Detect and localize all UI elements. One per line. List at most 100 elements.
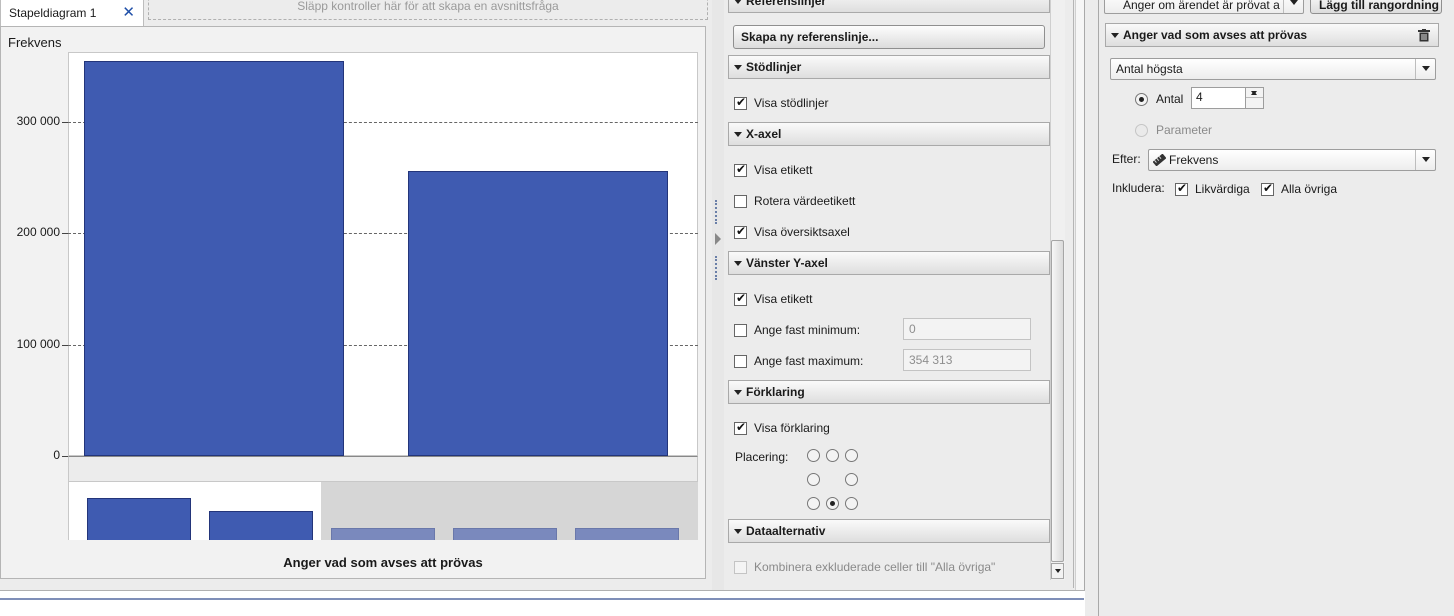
fast-minimum-checkbox[interactable] — [734, 324, 747, 337]
section-dataalternativ[interactable]: Dataalternativ — [728, 519, 1050, 543]
close-icon[interactable]: ✕ — [122, 3, 135, 21]
scroll-down-arrow-icon[interactable] — [1051, 563, 1064, 579]
ruler-icon — [1153, 154, 1166, 166]
x-axis-band — [68, 456, 698, 482]
fast-maximum-checkbox[interactable] — [734, 355, 747, 368]
y-tick-mark — [62, 233, 68, 235]
stepper-down-icon[interactable] — [1246, 88, 1263, 98]
visa-stodlinjer-checkbox[interactable] — [734, 95, 747, 110]
pane-splitter[interactable] — [712, 0, 724, 590]
fast-minimum-input[interactable]: 0 — [903, 318, 1031, 340]
efter-combo[interactable]: Frekvens — [1148, 149, 1436, 171]
antal-stepper[interactable] — [1245, 87, 1264, 109]
x-visa-etikett-label: Visa etikett — [754, 163, 813, 177]
section-forklaring[interactable]: Förklaring — [728, 380, 1050, 404]
alla-ovriga-checkbox[interactable] — [1261, 181, 1274, 196]
fast-maximum-input[interactable]: 354 313 — [903, 349, 1031, 371]
outer-scrollbar[interactable] — [1075, 0, 1085, 598]
rank-mode-combo[interactable]: Antal högsta — [1110, 58, 1436, 80]
placement-top-left-radio[interactable] — [807, 449, 820, 462]
rank-mode-value: Antal högsta — [1116, 62, 1183, 76]
add-ranking-button[interactable]: Lägg till rangordning — [1310, 0, 1442, 14]
section-title: Anger vad som avses att prövas — [1123, 28, 1308, 42]
section-referenslinjer[interactable]: Referenslinjer — [728, 0, 1050, 13]
antal-input[interactable]: 4 — [1191, 87, 1246, 109]
create-reference-line-button[interactable]: Skapa ny referenslinje... — [733, 25, 1045, 49]
section-rank-variable[interactable]: Anger vad som avses att prövas — [1105, 23, 1439, 47]
fast-minimum-label: Ange fast minimum: — [754, 323, 861, 337]
bar-1[interactable] — [407, 170, 668, 456]
overview-bar — [209, 511, 313, 540]
chevron-down-icon[interactable] — [1415, 59, 1435, 79]
chevron-down-icon — [734, 65, 742, 70]
placering-label: Placering: — [735, 450, 789, 464]
splitter-grip-top[interactable] — [715, 200, 719, 224]
rank-variable-value: Anger om ärendet är prövat a — [1123, 0, 1280, 12]
likvardiga-checkbox[interactable] — [1175, 181, 1188, 196]
y-visa-etikett-label: Visa etikett — [754, 292, 813, 306]
section-stodlinjer[interactable]: Stödlinjer — [728, 55, 1050, 79]
placement-bottom-left-radio[interactable] — [807, 497, 820, 510]
y-tick-mark — [62, 344, 68, 346]
placement-middle-right-radio[interactable] — [845, 473, 858, 486]
overview-bar-other — [331, 528, 435, 540]
chevron-down-icon — [734, 390, 742, 395]
visa-oversiktsaxel-label: Visa översiktsaxel — [754, 225, 850, 239]
y-tick-label: 0 — [53, 448, 60, 462]
overview-bar-other — [453, 528, 557, 540]
y-axis-title: Frekvens — [8, 35, 62, 50]
chevron-down-icon — [734, 529, 742, 534]
y-tick-label: 100 000 — [16, 336, 60, 351]
section-vanster-y-axel[interactable]: Vänster Y-axel — [728, 251, 1050, 275]
overview-axis[interactable] — [68, 482, 698, 540]
placement-top-center-radio[interactable] — [826, 449, 839, 462]
rotera-vardeetikett-checkbox[interactable] — [734, 195, 747, 208]
y-tick-mark — [62, 121, 68, 123]
section-dropzone[interactable]: Släpp kontroller här för att skapa en av… — [148, 0, 708, 20]
splitter-grip-bottom[interactable] — [715, 256, 719, 280]
visa-oversiktsaxel-checkbox[interactable] — [734, 224, 747, 239]
fast-maximum-label: Ange fast maximum: — [754, 354, 864, 368]
chevron-down-icon — [734, 132, 742, 137]
alla-ovriga-label: Alla övriga — [1281, 182, 1338, 196]
tab-stapeldiagram[interactable]: Stapeldiagram 1 ✕ — [0, 0, 144, 26]
rotera-vardeetikett-label: Rotera värdeetikett — [754, 194, 856, 208]
section-title: Vänster Y-axel — [746, 256, 828, 270]
status-strip — [0, 590, 1085, 616]
chevron-down-icon — [734, 261, 742, 266]
likvardiga-label: Likvärdiga — [1195, 182, 1250, 196]
placement-middle-left-radio[interactable] — [807, 473, 820, 486]
bar-0[interactable] — [83, 61, 344, 456]
inkludera-label: Inkludera: — [1112, 181, 1165, 195]
window-edge — [0, 598, 1084, 600]
chevron-down-icon — [734, 0, 742, 4]
parameter-radio[interactable] — [1135, 124, 1148, 137]
overview-bar — [87, 498, 191, 540]
antal-radio[interactable] — [1135, 93, 1148, 106]
x-visa-etikett-checkbox[interactable] — [734, 162, 747, 177]
placement-top-right-radio[interactable] — [845, 449, 858, 462]
y-tick-label: 200 000 — [16, 225, 60, 240]
section-title: Stödlinjer — [746, 60, 802, 74]
placement-bottom-right-radio[interactable] — [845, 497, 858, 510]
kombinera-label: Kombinera exkluderade celler till "Alla … — [754, 560, 996, 574]
antal-label: Antal — [1156, 92, 1184, 106]
efter-label: Efter: — [1112, 152, 1141, 166]
section-title: Dataalternativ — [746, 524, 826, 538]
trash-icon[interactable] — [1418, 29, 1430, 42]
visa-stodlinjer-label: Visa stödlinjer — [754, 96, 829, 110]
chevron-down-icon[interactable] — [1283, 0, 1303, 13]
section-title: Referenslinjer — [746, 0, 827, 8]
rank-variable-combo[interactable]: Anger om ärendet är prövat a — [1104, 0, 1304, 14]
collapse-arrow-icon[interactable] — [715, 233, 721, 245]
section-title: Förklaring — [746, 385, 805, 399]
kombinera-checkbox[interactable] — [734, 561, 747, 574]
efter-value: Frekvens — [1169, 153, 1219, 167]
placement-bottom-center-radio[interactable] — [826, 497, 839, 510]
visa-forklaring-checkbox[interactable] — [734, 420, 747, 435]
section-x-axel[interactable]: X-axel — [728, 122, 1050, 146]
scrollbar-thumb[interactable] — [1051, 240, 1064, 562]
visa-forklaring-label: Visa förklaring — [754, 421, 830, 435]
chevron-down-icon[interactable] — [1415, 150, 1435, 170]
y-visa-etikett-checkbox[interactable] — [734, 291, 747, 306]
